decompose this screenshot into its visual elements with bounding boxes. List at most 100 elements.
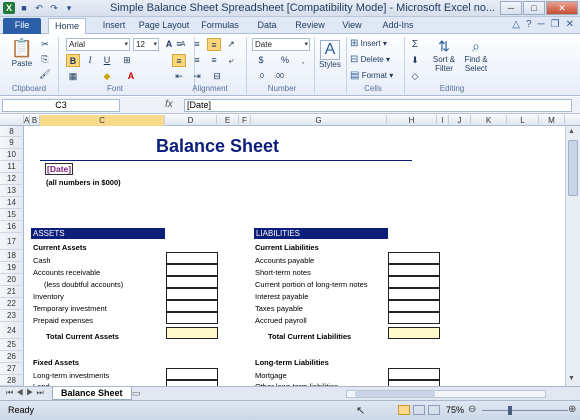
value-cell[interactable] — [166, 264, 218, 276]
value-cell[interactable] — [166, 300, 218, 312]
align-middle-icon[interactable]: ≡ — [190, 38, 204, 51]
help-icon[interactable]: ? — [526, 19, 532, 30]
align-right-icon[interactable]: ≡ — [207, 54, 221, 67]
zoom-in-icon[interactable]: ⊕ — [568, 404, 576, 415]
scroll-up-icon[interactable]: ▲ — [568, 128, 575, 135]
fill-icon[interactable]: ⬇ — [408, 54, 422, 67]
assets-header[interactable]: ASSETS — [31, 228, 165, 239]
redo-icon[interactable]: ↷ — [48, 2, 60, 14]
current-liabilities-label[interactable]: Current Liabilities — [255, 243, 319, 252]
value-cell[interactable] — [388, 368, 440, 380]
sheet-nav-arrows-icon[interactable]: ⏮◀▶⏭ — [6, 388, 47, 398]
vertical-scrollbar[interactable]: ▲ ▼ — [565, 126, 580, 386]
value-cell[interactable] — [166, 312, 218, 324]
insert-sheet-icon[interactable]: ▭ — [132, 388, 141, 399]
value-cell[interactable] — [166, 368, 218, 380]
row-header-28[interactable]: 28 — [0, 375, 24, 386]
column-header-h[interactable]: H — [387, 115, 437, 126]
row-header-20[interactable]: 20 — [0, 274, 24, 286]
font-name-combo[interactable]: Arial ▾ — [66, 38, 130, 51]
font-size-combo[interactable]: 12 ▾ — [133, 38, 159, 51]
merge-center-icon[interactable]: ⊟ — [210, 70, 224, 83]
align-bottom-icon[interactable]: ≡ — [207, 38, 221, 51]
row-header-27[interactable]: 27 — [0, 363, 24, 375]
long-term-liabilities-label[interactable]: Long-term Liabilities — [255, 358, 329, 367]
value-cell[interactable] — [388, 300, 440, 312]
delete-cells-button[interactable]: ⊟ Delete ▾ — [350, 54, 390, 65]
asset-item[interactable]: Accounts receivable — [33, 268, 100, 277]
value-cell[interactable] — [388, 276, 440, 288]
column-header-m[interactable]: M — [539, 115, 565, 126]
scroll-thumb[interactable] — [568, 140, 578, 196]
tab-view[interactable]: View — [338, 18, 366, 34]
normal-view-icon[interactable] — [398, 405, 410, 415]
column-header-f[interactable]: F — [239, 115, 251, 126]
h-scroll-thumb[interactable] — [355, 391, 435, 397]
italic-button[interactable]: I — [83, 54, 97, 67]
customize-qat-icon[interactable]: ▾ — [63, 2, 75, 14]
date-cell[interactable]: [Date] — [44, 163, 74, 175]
scroll-down-icon[interactable]: ▼ — [568, 375, 575, 382]
tab-home[interactable]: Home — [48, 18, 86, 34]
tab-file[interactable]: File — [3, 18, 41, 34]
currency-button[interactable]: $ — [254, 54, 268, 67]
asset-item[interactable]: Prepaid expenses — [33, 316, 93, 325]
percent-button[interactable]: % — [278, 54, 292, 67]
liability-item[interactable]: Accounts payable — [255, 256, 314, 265]
row-header-14[interactable]: 14 — [0, 197, 24, 209]
asset-item[interactable]: Temporary investment — [33, 304, 107, 313]
row-header-26[interactable]: 26 — [0, 351, 24, 363]
row-header-15[interactable]: 15 — [0, 209, 24, 221]
paste-button[interactable]: 📋 Paste — [8, 38, 36, 68]
total-value-cell[interactable] — [388, 327, 440, 339]
row-header-9[interactable]: 9 — [0, 137, 24, 149]
total-current-liabilities-label[interactable]: Total Current Liabilities — [268, 332, 351, 341]
wrap-text-icon[interactable]: ⤶ — [224, 54, 238, 67]
undo-icon[interactable]: ↶ — [33, 2, 45, 14]
column-header-c[interactable]: C — [40, 115, 165, 126]
liability-item[interactable]: Mortgage — [255, 371, 287, 380]
liability-item[interactable]: Taxes payable — [255, 304, 303, 313]
comma-button[interactable]: , — [296, 54, 310, 67]
row-header-23[interactable]: 23 — [0, 310, 24, 322]
fill-color-icon[interactable]: ◆ — [100, 70, 114, 83]
column-header-j[interactable]: J — [449, 115, 471, 126]
row-header-25[interactable]: 25 — [0, 339, 24, 351]
autosum-button[interactable]: Σ — [408, 38, 422, 51]
decrease-indent-icon[interactable]: ⇤ — [172, 70, 186, 83]
cut-icon[interactable]: ✂ — [38, 38, 52, 51]
row-header-13[interactable]: 13 — [0, 185, 24, 197]
column-header-g[interactable]: G — [251, 115, 387, 126]
row-header-19[interactable]: 19 — [0, 262, 24, 274]
align-left-icon[interactable]: ≡ — [172, 54, 186, 67]
clear-icon[interactable]: ◇ — [408, 70, 422, 83]
horizontal-scrollbar[interactable] — [346, 390, 546, 398]
liability-item[interactable]: Interest payable — [255, 292, 308, 301]
tab-add-ins[interactable]: Add-Ins — [378, 18, 418, 34]
value-cell[interactable] — [388, 264, 440, 276]
page-layout-view-icon[interactable] — [413, 405, 425, 415]
value-cell[interactable] — [388, 312, 440, 324]
cell-border-icon[interactable]: ▦ — [66, 70, 80, 83]
value-cell[interactable] — [388, 288, 440, 300]
value-cell[interactable] — [388, 252, 440, 264]
format-painter-icon[interactable]: 🖌 — [38, 68, 52, 81]
column-header-i[interactable]: I — [437, 115, 449, 126]
row-header-12[interactable]: 12 — [0, 173, 24, 185]
number-format-combo[interactable]: Date ▾ — [252, 38, 310, 51]
sheet-title[interactable]: Balance Sheet — [156, 136, 279, 157]
column-header-b[interactable]: B — [30, 115, 40, 126]
column-header-l[interactable]: L — [507, 115, 539, 126]
copy-icon[interactable]: ⎘ — [38, 53, 52, 66]
minimize-button[interactable]: ─ — [500, 1, 522, 15]
font-color-icon[interactable]: A — [124, 70, 138, 83]
total-value-cell[interactable] — [166, 327, 218, 339]
fixed-assets-label[interactable]: Fixed Assets — [33, 358, 79, 367]
row-header-22[interactable]: 22 — [0, 298, 24, 310]
column-header-e[interactable]: E — [217, 115, 239, 126]
units-note[interactable]: (all numbers in $000) — [46, 178, 121, 187]
row-header-10[interactable]: 10 — [0, 149, 24, 161]
orientation-icon[interactable]: ↗ — [224, 38, 238, 51]
row-header-24[interactable]: 24 — [0, 322, 24, 339]
current-assets-label[interactable]: Current Assets — [33, 243, 87, 252]
